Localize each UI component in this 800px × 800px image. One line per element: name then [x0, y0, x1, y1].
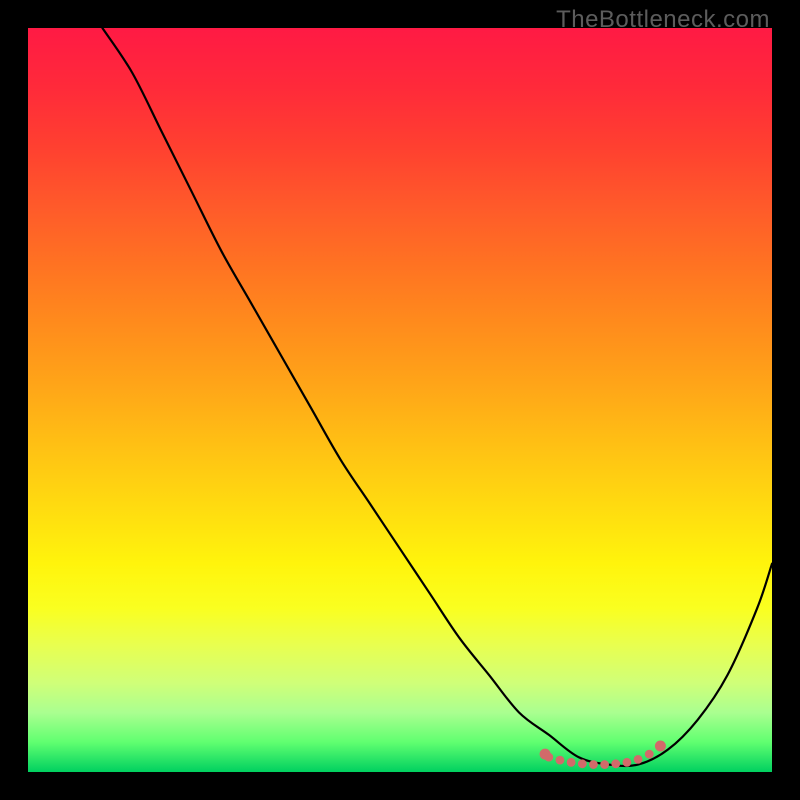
plot-frame — [28, 28, 772, 772]
gradient-background — [28, 28, 772, 772]
